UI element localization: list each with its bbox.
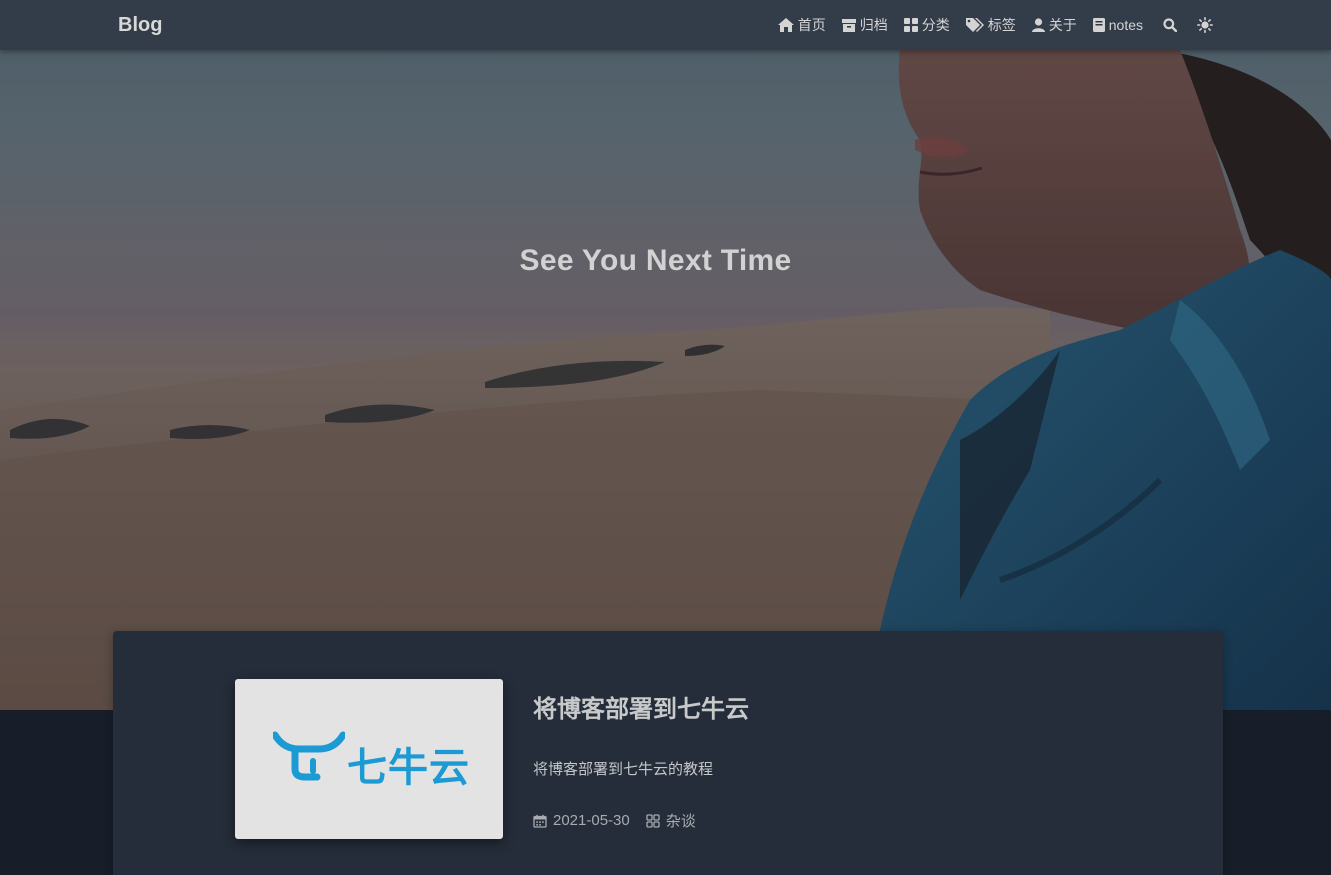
category-icon <box>646 813 660 828</box>
hero-banner: See You Next Time <box>0 0 1331 710</box>
site-brand[interactable]: Blog <box>118 14 162 37</box>
post-title[interactable]: 将博客部署到七牛云 <box>533 689 749 724</box>
sun-icon <box>1197 17 1213 33</box>
nav-item-notes[interactable]: notes <box>1092 17 1143 33</box>
tags-icon <box>965 18 984 32</box>
navbar: Blog 首页 归档 分类 标签 关于 notes <box>0 0 1331 50</box>
nav-item-categories[interactable]: 分类 <box>903 15 950 35</box>
nav-item-home[interactable]: 首页 <box>777 15 826 35</box>
post-card: 七牛云 将博客部署到七牛云 将博客部署到七牛云的教程 2021-05-30 杂谈 <box>113 631 1223 875</box>
nav-item-archive[interactable]: 归档 <box>841 15 888 35</box>
post-date-text: 2021-05-30 <box>553 812 630 829</box>
book-icon <box>1092 18 1105 32</box>
theme-toggle-button[interactable] <box>1197 17 1213 33</box>
nav-menu: 首页 归档 分类 标签 关于 notes <box>777 0 1213 50</box>
nav-item-about[interactable]: 关于 <box>1031 15 1077 35</box>
nav-item-label: 首页 <box>797 17 826 33</box>
calendar-icon <box>533 814 547 828</box>
post-thumbnail[interactable]: 七牛云 <box>235 679 503 839</box>
nav-item-label: notes <box>1108 17 1143 33</box>
search-icon <box>1163 18 1177 32</box>
post-excerpt: 将博客部署到七牛云的教程 <box>533 761 714 778</box>
nav-item-label: 标签 <box>987 17 1016 33</box>
nav-item-label: 归档 <box>859 17 888 33</box>
user-icon <box>1031 18 1045 32</box>
hero-overlay <box>0 0 1331 710</box>
thumbnail-logo-text: 七牛云 <box>347 746 470 790</box>
post-category[interactable]: 杂谈 <box>646 810 696 831</box>
home-icon <box>777 18 794 32</box>
nav-item-label: 关于 <box>1048 17 1077 33</box>
categories-icon <box>903 18 918 32</box>
post-meta: 2021-05-30 杂谈 <box>533 810 696 831</box>
post-category-text: 杂谈 <box>665 813 696 830</box>
nav-item-label: 分类 <box>921 17 950 33</box>
qiniu-logo-icon <box>273 731 345 781</box>
nav-item-tags[interactable]: 标签 <box>965 15 1016 35</box>
post-date: 2021-05-30 <box>533 812 630 829</box>
hero-title: See You Next Time <box>519 244 792 277</box>
search-button[interactable] <box>1163 18 1177 32</box>
archive-icon <box>841 18 856 32</box>
